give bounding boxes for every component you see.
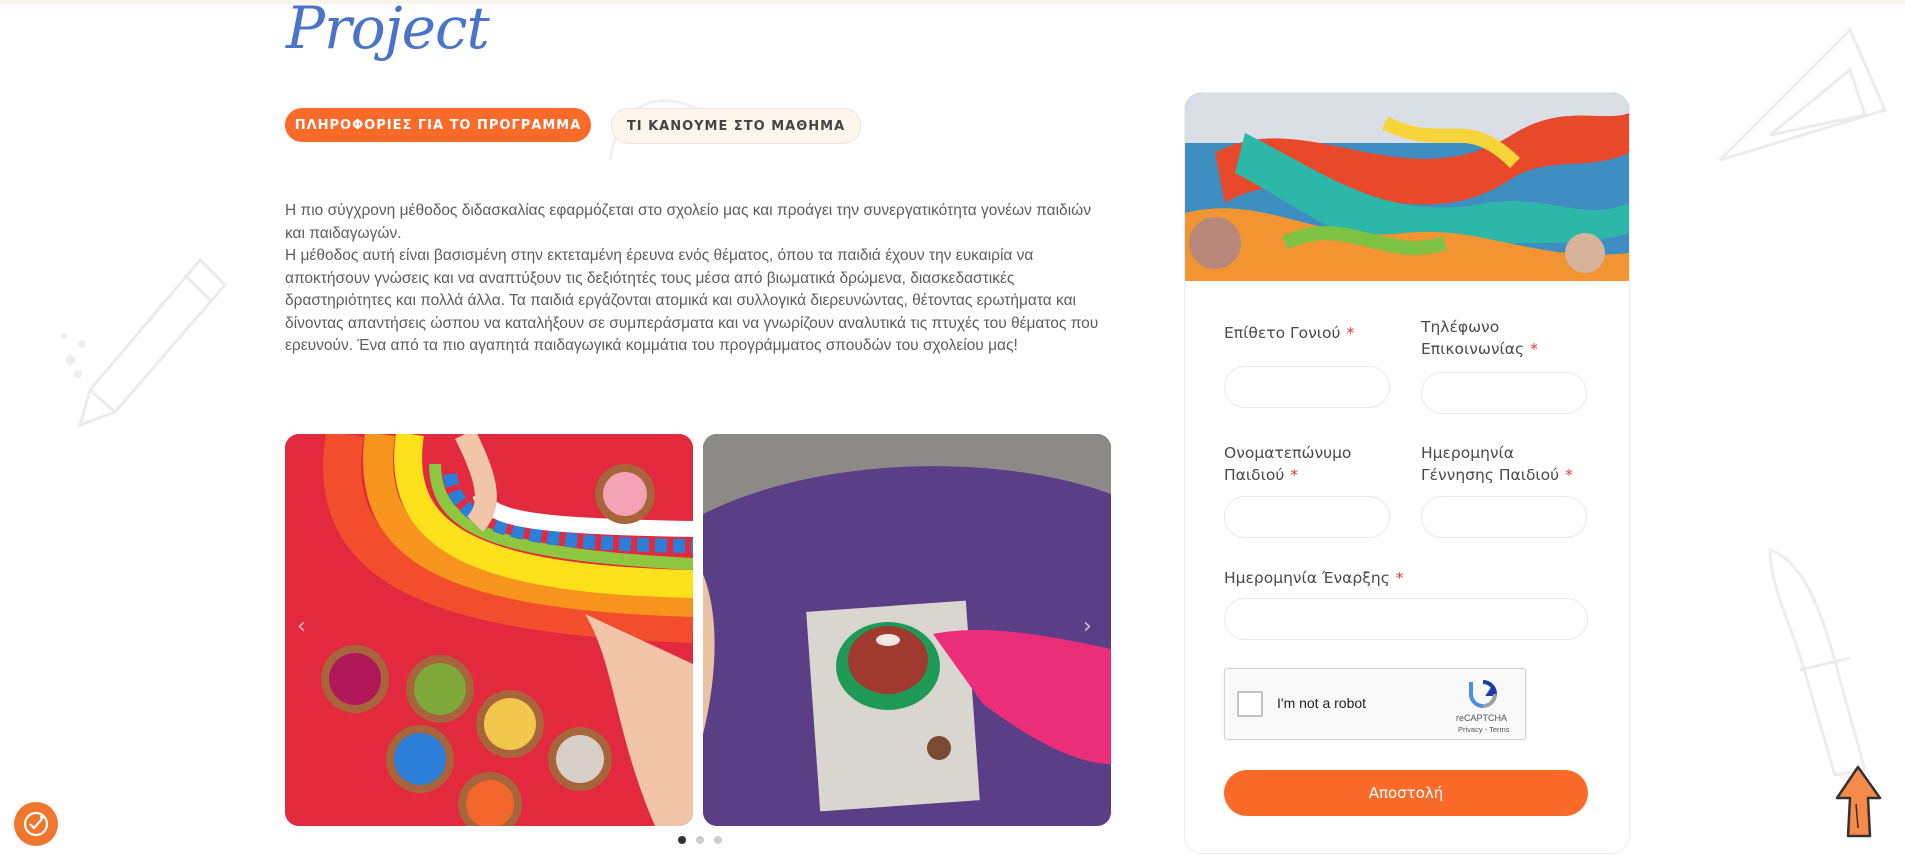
child-birthdate-label: Ημερομηνία Γέννησης Παιδιού * <box>1421 444 1573 484</box>
program-tabs: ΠΛΗΡΟΦΟΡΙΕΣ ΓΙΑ ΤΟ ΠΡΟΓΡΑΜΜΑ ΤΙ ΚΑΝΟΥΜΕ … <box>285 108 861 144</box>
scroll-to-top-arrow-icon[interactable] <box>1832 764 1884 840</box>
parent-surname-input[interactable] <box>1224 366 1390 408</box>
phone-input[interactable] <box>1421 372 1587 414</box>
description-paragraph: Η πιο σύγχρονη μέθοδος διδασκαλίας εφαρμ… <box>285 202 1091 242</box>
submit-button[interactable]: Αποστολή <box>1224 770 1588 816</box>
carousel-prev-icon[interactable]: ‹ <box>297 614 306 639</box>
recaptcha-logo-icon <box>1469 680 1498 708</box>
volcano-activity-image <box>703 434 1111 826</box>
program-description: Η πιο σύγχρονη μέθοδος διδασκαλίας εφαρμ… <box>285 200 1105 358</box>
accessibility-glyph-icon <box>23 811 49 837</box>
brand-logo[interactable]: Project <box>286 0 490 66</box>
child-name-input[interactable] <box>1224 496 1390 538</box>
carousel-dot[interactable] <box>678 836 686 844</box>
rainbow-activity-image <box>285 434 693 826</box>
ruler-doodle-icon <box>1718 27 1888 162</box>
phone-label: Τηλέφωνο Επικοινωνίας * <box>1421 318 1538 358</box>
tab-lesson-activities[interactable]: ΤΙ ΚΑΝΟΥΜΕ ΣΤΟ ΜΑΘΗΜΑ <box>611 108 861 144</box>
description-paragraph: Η μέθοδος αυτή είναι βασισμένη στην εκτε… <box>285 247 1099 354</box>
child-birthdate-input[interactable] <box>1421 496 1587 538</box>
pencil-doodle-icon <box>61 257 228 428</box>
recaptcha-brand: reCAPTCHA <box>1456 713 1508 723</box>
carousel-next-icon[interactable]: › <box>1083 614 1092 639</box>
crayon-doodle-icon <box>1768 547 1867 777</box>
recaptcha-widget: I'm not a robot reCAPTCHA Privacy - Term… <box>1224 668 1526 740</box>
carousel-dot[interactable] <box>714 836 722 844</box>
tab-program-info[interactable]: ΠΛΗΡΟΦΟΡΙΕΣ ΓΙΑ ΤΟ ΠΡΟΓΡΑΜΜΑ <box>285 108 591 142</box>
image-carousel[interactable]: ‹ › <box>285 434 1111 826</box>
carousel-slide-rainbow: ‹ <box>285 434 693 826</box>
recaptcha-checkbox[interactable] <box>1237 691 1263 717</box>
required-mark: * <box>1290 466 1299 484</box>
parent-surname-label: Επίθετο Γονιού * <box>1224 324 1355 342</box>
carousel-pagination <box>678 836 722 844</box>
recaptcha-label: I'm not a robot <box>1277 695 1367 711</box>
recaptcha-terms-link[interactable]: Privacy - Terms <box>1458 725 1510 734</box>
start-date-input[interactable] <box>1224 598 1588 640</box>
required-mark: * <box>1395 569 1404 587</box>
start-date-label: Ημερομηνία Έναρξης * <box>1224 569 1404 587</box>
required-mark: * <box>1530 340 1538 358</box>
child-name-label: Ονοματεπώνυμο Παιδιού * <box>1224 444 1352 484</box>
required-mark: * <box>1565 466 1573 484</box>
required-mark: * <box>1346 324 1355 342</box>
accessibility-icon[interactable] <box>14 802 58 846</box>
ribbons-activity-image <box>1185 93 1629 281</box>
carousel-dot[interactable] <box>696 836 704 844</box>
carousel-slide-volcano: › <box>703 434 1111 826</box>
